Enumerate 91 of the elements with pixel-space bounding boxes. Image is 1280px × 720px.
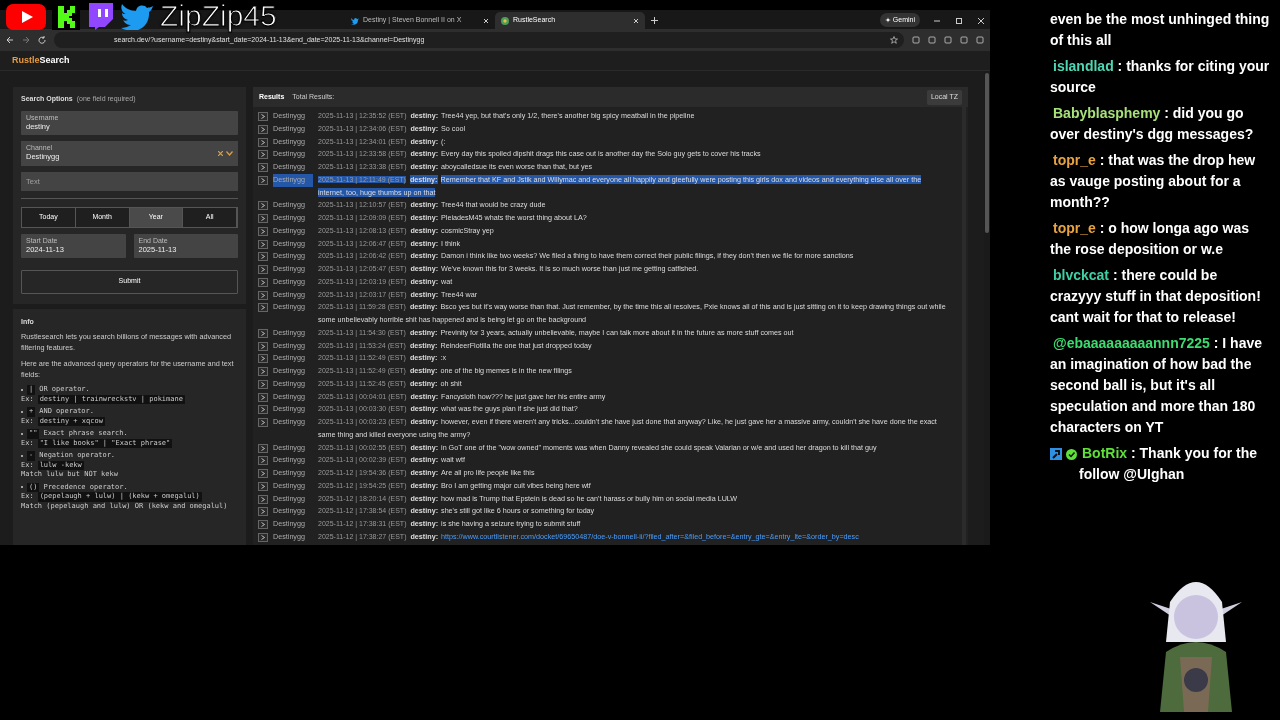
verified-badge-icon (1066, 448, 1077, 460)
close-icon[interactable] (633, 17, 639, 24)
chat-message: blvckcat : there could be crazyyy stuff in that deposition! cant wait for that to release! (1050, 266, 1262, 327)
expand-button[interactable] (258, 328, 268, 338)
chevron-right-icon (261, 509, 265, 515)
chevron-right-icon (261, 241, 265, 247)
expand-button[interactable] (258, 303, 268, 313)
reload-icon[interactable] (38, 36, 46, 44)
bird-icon (351, 16, 359, 25)
chat-message: BotRix : Thank you for the follow @UIghan (1079, 444, 1258, 484)
back-icon[interactable] (6, 36, 14, 44)
expand-button[interactable] (258, 379, 268, 389)
chevron-right-icon (261, 228, 265, 234)
expand-button[interactable] (258, 175, 268, 185)
site-logo[interactable]: RustleSearch (12, 53, 70, 68)
expand-button[interactable] (258, 469, 268, 478)
chevron-right-icon (261, 496, 265, 502)
expand-button[interactable] (258, 124, 268, 134)
chat-message: topr_e : that was the drop hew as vauge posting about for a month?? (1050, 151, 1257, 212)
expand-button[interactable] (258, 226, 268, 236)
chevron-right-icon (261, 420, 265, 425)
expand-button[interactable] (258, 354, 268, 364)
chevron-right-icon (261, 534, 265, 540)
chevron-right-icon (261, 139, 265, 145)
chat-message: @ebaaaaaaaaannn7225 : I have an imagination of how bad the second ball is, but it's all speculation and more than 180 characters on YT (1050, 334, 1263, 437)
expand-button[interactable] (258, 532, 268, 542)
expand-button[interactable] (258, 456, 268, 466)
chevron-right-icon (261, 356, 265, 362)
chevron-right-icon (261, 407, 265, 413)
youtube-icon (6, 2, 46, 30)
chevron-right-icon (261, 343, 265, 349)
chat-message: even be the most unhinged thing of this all (1050, 10, 1270, 50)
expand-button[interactable] (258, 507, 268, 517)
expand-button[interactable] (258, 405, 268, 415)
expand-button[interactable] (258, 341, 268, 351)
expand-button[interactable] (258, 481, 268, 491)
forward-icon[interactable] (22, 36, 30, 44)
chevron-right-icon (261, 483, 265, 489)
expand-button[interactable] (258, 443, 268, 453)
expand-button[interactable] (258, 150, 268, 160)
close-icon[interactable] (978, 18, 984, 24)
expand-button[interactable] (258, 239, 268, 249)
expand-button[interactable] (258, 137, 268, 147)
expand-button[interactable] (258, 418, 268, 427)
expand-button[interactable] (258, 290, 268, 300)
expand-button[interactable] (258, 367, 268, 376)
chevron-right-icon (261, 126, 265, 132)
sparkle-icon (884, 17, 891, 23)
chevron-down-icon[interactable] (226, 150, 233, 156)
chevron-right-icon (261, 458, 265, 464)
expand-button[interactable] (258, 392, 268, 402)
expand-button[interactable] (258, 252, 268, 262)
chevron-right-icon (261, 114, 265, 119)
chevron-right-icon (261, 279, 265, 285)
channel-name: ZipZip45 (160, 2, 277, 30)
chevron-right-icon (261, 522, 265, 527)
chevron-right-icon (261, 216, 265, 221)
expand-button[interactable] (258, 214, 268, 223)
chevron-right-icon (261, 254, 265, 260)
chevron-right-icon (261, 445, 265, 451)
clear-icon[interactable] (218, 150, 223, 156)
chat-message: topr_e : o how longa ago was the rose deposition or w.e (1050, 219, 1251, 259)
chevron-right-icon (261, 177, 265, 183)
chevron-right-icon (261, 203, 265, 209)
chevron-right-icon (261, 330, 265, 336)
chevron-right-icon (261, 292, 265, 298)
expand-button[interactable] (258, 277, 268, 287)
chevron-right-icon (261, 369, 265, 374)
site-favicon-icon (501, 16, 509, 25)
chevron-right-icon (261, 152, 265, 158)
expand-button[interactable] (258, 494, 268, 504)
new-tab-icon[interactable] (651, 17, 658, 24)
bird-icon (120, 2, 154, 30)
chevron-right-icon (261, 305, 265, 311)
chevron-right-icon (261, 381, 265, 387)
maximize-icon[interactable] (956, 18, 962, 24)
chevron-right-icon (261, 165, 265, 170)
expand-button[interactable] (258, 520, 268, 529)
expand-button[interactable] (258, 201, 268, 211)
expand-button[interactable] (258, 265, 268, 274)
close-icon[interactable] (483, 17, 489, 24)
chat-message: Babyblasphemy : did you go over destiny's dgg messages? (1050, 104, 1255, 144)
star-icon[interactable] (890, 36, 898, 44)
chevron-right-icon (261, 394, 265, 400)
chat-message: islandlad : thanks for citing your source (1050, 57, 1270, 97)
expand-button[interactable] (258, 163, 268, 172)
minimize-icon[interactable] (934, 18, 940, 24)
twitch-icon (86, 2, 114, 30)
chevron-right-icon (261, 267, 265, 272)
expand-button[interactable] (258, 112, 268, 121)
chevron-right-icon (261, 471, 265, 476)
